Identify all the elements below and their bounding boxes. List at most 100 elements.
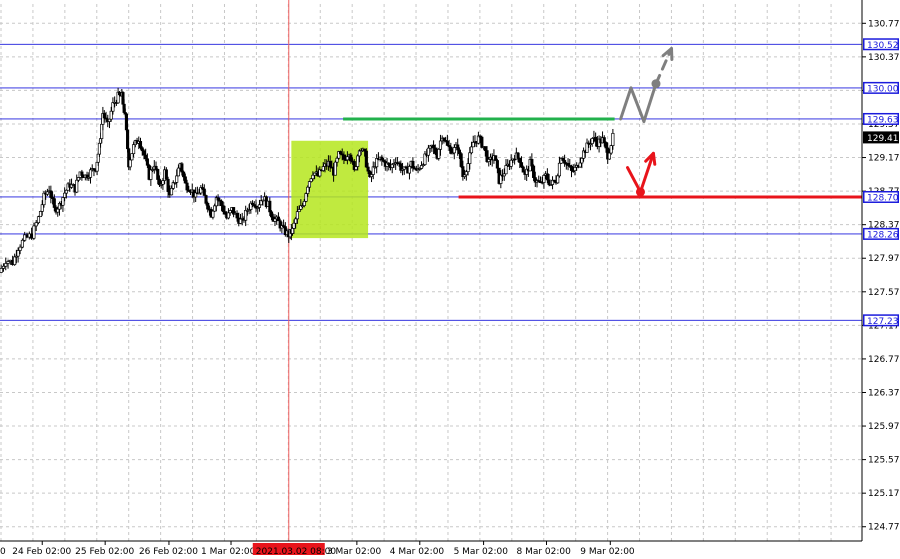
candle-body-118	[202, 188, 206, 196]
candle-body-102	[175, 175, 179, 183]
candle-body-196	[335, 157, 339, 163]
highlight-zone[interactable]	[291, 140, 369, 239]
candle-body-214	[366, 166, 370, 172]
level-tag-text-4: 128.26	[867, 230, 899, 240]
candle-body-133	[228, 210, 232, 214]
candle-body-260	[445, 140, 449, 146]
scenario-0-segment-1	[629, 86, 646, 123]
x-tick-label-3: 1 Mar 02:00	[201, 547, 256, 557]
candle-body-249	[426, 147, 430, 156]
candle-body-107	[183, 176, 187, 184]
candle-body-19	[40, 204, 44, 212]
candle-body-82	[140, 147, 144, 152]
candle-body-106	[182, 171, 186, 178]
price-chart[interactable]: 130.77130.37129.97129.57129.17128.77128.…	[0, 0, 900, 559]
candle-body-120	[206, 202, 210, 210]
candle-body-6	[13, 256, 17, 266]
candle-body-126	[216, 197, 220, 201]
candle-body-103	[176, 167, 180, 177]
y-tick-label-0: 130.77	[868, 19, 900, 29]
candle-body-274	[469, 146, 474, 154]
candle-body-76	[130, 153, 134, 161]
candle-body-182	[311, 174, 315, 180]
level-tag-text-5: 127.23	[867, 317, 899, 327]
candle-body-188	[321, 166, 325, 171]
candle-body-28	[56, 208, 60, 213]
candle-body-304	[521, 166, 525, 173]
candle-body-99	[169, 187, 174, 196]
candle-body-16	[34, 222, 38, 227]
y-tick-label-8: 127.57	[868, 288, 900, 298]
candle-body-222	[380, 156, 384, 161]
x-tick-label-6: 5 Mar 02:00	[454, 547, 509, 557]
candle-body-26	[52, 198, 56, 208]
candle-body-256	[438, 140, 443, 150]
current-price-text: 129.41	[867, 134, 899, 144]
level-tag-text-1: 130.00	[867, 84, 899, 94]
candle-body-22	[45, 191, 49, 195]
y-tick-label-11: 126.37	[868, 388, 900, 398]
candle-body-198	[338, 151, 343, 155]
candle-body-2	[4, 263, 8, 267]
candle-body-31	[61, 197, 65, 206]
candle-body-142	[244, 210, 248, 221]
candle-body-192	[328, 160, 332, 168]
x-tick-label-8: 9 Mar 02:00	[580, 547, 635, 557]
candle-body-310	[532, 165, 536, 178]
x-tick-label-7: 8 Mar 02:00	[517, 547, 572, 557]
candle-body-213	[364, 150, 368, 168]
candle-body-255	[437, 148, 441, 159]
candle-body-42	[80, 171, 84, 176]
x-tick-label-5: 4 Mar 02:00	[390, 547, 445, 557]
candle-body-179	[306, 186, 310, 194]
candle-body-207	[354, 166, 358, 170]
candle-body-208	[356, 155, 360, 167]
candle-body-297	[509, 159, 513, 167]
candle-body-108	[185, 182, 189, 191]
candle-body-97	[166, 178, 170, 192]
candle-body-150	[257, 204, 262, 208]
y-tick-label-12: 125.97	[868, 422, 900, 432]
candle-body-337	[578, 162, 582, 168]
candle-body-238	[407, 166, 412, 174]
x-tick-label-2: 26 Feb 02:00	[139, 547, 198, 557]
candle-body-177	[302, 200, 306, 206]
candle-body-341	[585, 142, 589, 153]
y-tick-label-10: 126.77	[868, 355, 900, 365]
candle-body-288	[494, 155, 498, 161]
candle-body-319	[547, 179, 551, 186]
candle-body-280	[480, 136, 484, 148]
candle-body-301	[516, 152, 520, 159]
candle-body-90	[154, 165, 158, 170]
candle-body-123	[211, 210, 215, 218]
candle-body-202	[345, 156, 349, 161]
candle-body-294	[504, 165, 508, 175]
candle-body-171	[292, 222, 296, 229]
candle-body-264	[452, 147, 456, 154]
candle-body-252	[432, 144, 436, 149]
candle-body-272	[466, 163, 470, 173]
candle-body-302	[518, 157, 522, 163]
candle-body-328	[563, 160, 567, 164]
candle-body-139	[238, 218, 243, 224]
candle-body-351	[602, 137, 606, 143]
candle-body-181	[309, 178, 313, 182]
candle-body-105	[180, 163, 184, 173]
candle-body-83	[142, 150, 146, 156]
candle-body-15	[32, 225, 36, 239]
candle-body-316	[542, 175, 546, 183]
y-tick-label-1: 130.37	[868, 53, 900, 63]
candle-body-81	[138, 141, 143, 149]
candle-body-204	[349, 154, 353, 162]
candle-body-128	[219, 200, 224, 207]
candle-body-344	[590, 138, 594, 144]
candle-body-124	[213, 205, 217, 212]
candle-body-240	[411, 160, 415, 169]
candle-body-40	[76, 177, 80, 181]
candle-body-87	[149, 169, 153, 180]
chart-canvas[interactable]: 130.77130.37129.97129.57129.17128.77128.…	[0, 0, 900, 559]
candle-body-173	[295, 211, 299, 220]
candle-body-268	[459, 153, 463, 167]
candle-body-85	[145, 158, 149, 166]
candle-body-178	[304, 193, 308, 202]
